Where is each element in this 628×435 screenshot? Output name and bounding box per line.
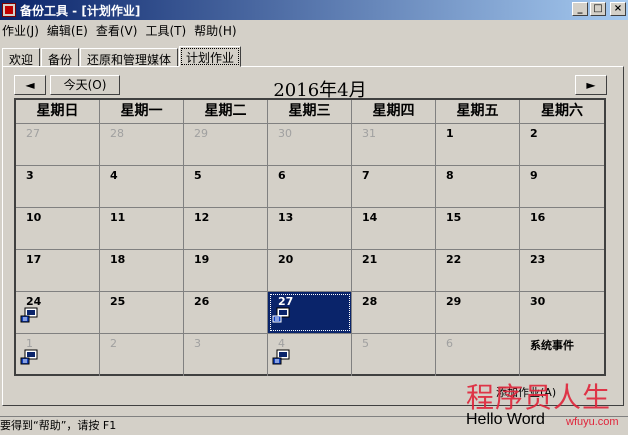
day-cell[interactable]: 16 <box>520 208 604 249</box>
weekday-thu: 星期四 <box>352 100 436 123</box>
day-cell[interactable]: 9 <box>520 166 604 207</box>
day-cell[interactable]: 6 <box>436 334 520 376</box>
day-cell[interactable]: 2 <box>100 334 184 376</box>
menu-edit[interactable]: 编辑(E) <box>45 22 94 39</box>
day-cell[interactable]: 31 <box>352 124 436 165</box>
day-cell-selected[interactable]: 27 <box>268 292 352 333</box>
menu-bar: 作业(J) 编辑(E) 查看(V) 工具(T) 帮助(H) <box>0 20 628 40</box>
day-cell-with-job[interactable]: 1 <box>16 334 100 376</box>
weekday-sat: 星期六 <box>541 103 583 119</box>
weekday-fri: 星期五 <box>436 100 520 123</box>
day-cell[interactable]: 29 <box>436 292 520 333</box>
menu-tools[interactable]: 工具(T) <box>143 22 192 39</box>
system-events-cell[interactable]: 系统事件 <box>520 334 604 376</box>
calendar-week: 10 11 12 13 14 15 16 <box>16 208 604 250</box>
today-button[interactable]: 今天(O) <box>50 75 120 95</box>
day-cell[interactable]: 30 <box>520 292 604 333</box>
day-cell[interactable]: 25 <box>100 292 184 333</box>
day-cell[interactable]: 28 <box>352 292 436 333</box>
menu-view[interactable]: 查看(V) <box>94 22 144 39</box>
day-cell[interactable]: 6 <box>268 166 352 207</box>
watermark-en: Hello Word <box>466 411 545 428</box>
app-icon <box>2 3 16 17</box>
day-cell[interactable]: 28 <box>100 124 184 165</box>
day-cell[interactable]: 2 <box>520 124 604 165</box>
scheduled-job-icon[interactable] <box>20 306 38 324</box>
close-button[interactable]: × <box>610 2 626 16</box>
tab-strip: 欢迎 备份 还原和管理媒体 计划作业 <box>2 45 242 67</box>
window-controls: _ □ × <box>572 2 626 16</box>
day-cell[interactable]: 12 <box>184 208 268 249</box>
watermark-site: wfuyu.com <box>566 416 619 428</box>
day-cell[interactable]: 19 <box>184 250 268 291</box>
day-cell[interactable]: 3 <box>184 334 268 376</box>
day-cell[interactable]: 14 <box>352 208 436 249</box>
scheduled-job-icon[interactable] <box>20 348 38 366</box>
scheduled-job-icon[interactable] <box>272 306 290 324</box>
weekday-header: 星期日 星期一 星期二 星期三 星期四 星期五 星期六 <box>16 100 604 124</box>
day-cell[interactable]: 8 <box>436 166 520 207</box>
minimize-button[interactable]: _ <box>572 2 588 16</box>
day-cell[interactable]: 15 <box>436 208 520 249</box>
day-cell-with-job[interactable]: 4 <box>268 334 352 376</box>
day-cell[interactable]: 29 <box>184 124 268 165</box>
day-cell[interactable]: 22 <box>436 250 520 291</box>
day-cell[interactable]: 21 <box>352 250 436 291</box>
weekday-sun: 星期日 <box>16 100 100 123</box>
title-bar: 备份工具 - [计划作业] _ □ × <box>0 0 628 20</box>
day-cell[interactable]: 5 <box>352 334 436 376</box>
day-cell[interactable]: 17 <box>16 250 100 291</box>
day-cell[interactable]: 5 <box>184 166 268 207</box>
day-cell[interactable]: 7 <box>352 166 436 207</box>
day-cell[interactable]: 30 <box>268 124 352 165</box>
maximize-button[interactable]: □ <box>590 2 606 16</box>
day-cell[interactable]: 1 <box>436 124 520 165</box>
menu-job[interactable]: 作业(J) <box>0 22 45 39</box>
calendar-week: 3 4 5 6 7 8 9 <box>16 166 604 208</box>
tab-schedule[interactable]: 计划作业 <box>179 46 242 67</box>
scheduled-job-icon[interactable] <box>272 348 290 366</box>
day-cell[interactable]: 10 <box>16 208 100 249</box>
calendar-week: 1 2 3 4 5 6 系统事件 <box>16 334 604 376</box>
day-cell[interactable]: 4 <box>100 166 184 207</box>
tab-backup[interactable]: 备份 <box>41 48 80 67</box>
next-month-button[interactable]: ► <box>575 75 607 95</box>
day-cell[interactable]: 23 <box>520 250 604 291</box>
calendar-week: 27 28 29 30 31 1 2 <box>16 124 604 166</box>
day-cell[interactable]: 20 <box>268 250 352 291</box>
calendar-week: 17 18 19 20 21 22 23 <box>16 250 604 292</box>
weekday-wed: 星期三 <box>268 100 352 123</box>
window-title: 备份工具 - [计划作业] <box>20 3 141 18</box>
watermark-cn: 程序员人生 <box>466 381 612 414</box>
menu-help[interactable]: 帮助(H) <box>192 22 242 39</box>
day-cell[interactable]: 18 <box>100 250 184 291</box>
day-cell[interactable]: 27 <box>16 124 100 165</box>
calendar-grid: 星期日 星期一 星期二 星期三 星期四 星期五 星期六 27 28 29 30 … <box>14 98 606 376</box>
tab-welcome[interactable]: 欢迎 <box>2 48 41 67</box>
weekday-tue: 星期二 <box>184 100 268 123</box>
day-cell[interactable]: 3 <box>16 166 100 207</box>
prev-month-button[interactable]: ◄ <box>14 75 46 95</box>
calendar-week: 24 25 26 27 28 29 30 <box>16 292 604 334</box>
weekday-mon: 星期一 <box>100 100 184 123</box>
day-cell[interactable]: 11 <box>100 208 184 249</box>
tab-restore[interactable]: 还原和管理媒体 <box>80 48 179 67</box>
day-cell-with-job[interactable]: 24 <box>16 292 100 333</box>
day-cell[interactable]: 26 <box>184 292 268 333</box>
day-cell[interactable]: 13 <box>268 208 352 249</box>
